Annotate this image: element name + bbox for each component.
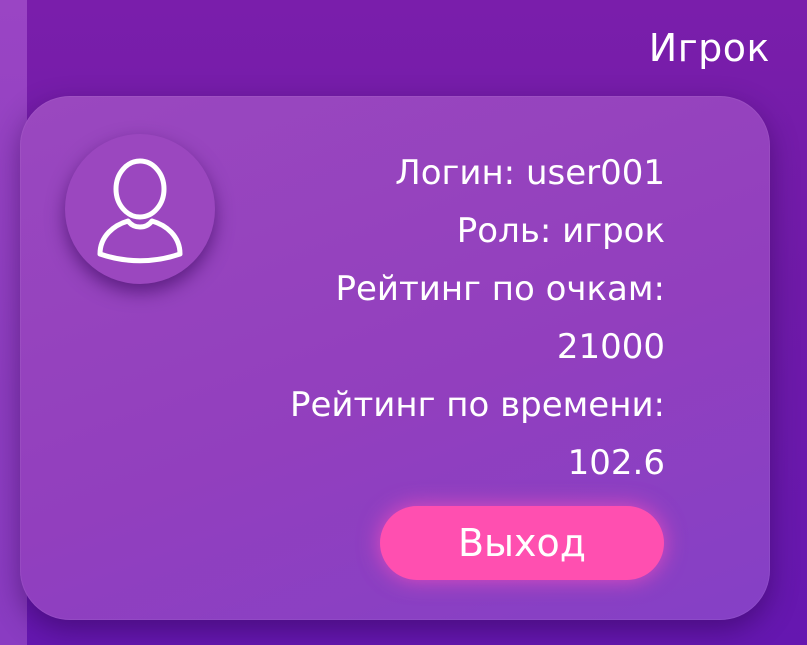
time-rating-label: Рейтинг по времени: [289,385,665,425]
page-title: Игрок [648,26,770,70]
score-rating-value: 21000 [556,327,665,367]
time-rating-value: 102.6 [567,443,665,483]
score-rating-label: Рейтинг по очкам: [335,269,665,309]
profile-info: Логин: user001 Роль: игрок Рейтинг по оч… [145,144,665,492]
role-text: Роль: игрок [456,211,665,251]
logout-button[interactable]: Выход [380,506,664,580]
login-text: Логин: user001 [395,153,665,193]
profile-card: Логин: user001 Роль: игрок Рейтинг по оч… [20,96,770,620]
